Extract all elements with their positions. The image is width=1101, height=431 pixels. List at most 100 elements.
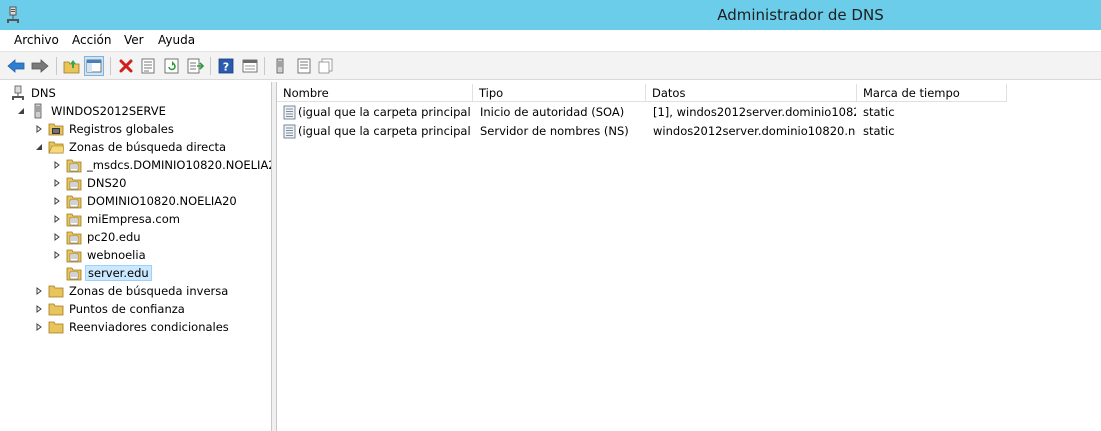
- tree-node-server[interactable]: WINDOS2012SERVE: [16, 102, 168, 120]
- expand-icon[interactable]: [34, 304, 44, 314]
- tree-label: Reenviadores condicionales: [69, 320, 229, 334]
- folder-icon: [48, 319, 64, 335]
- records-list[interactable]: Nombre Tipo Datos Marca de tiempo (igual…: [277, 82, 1101, 431]
- show-hide-tree-icon[interactable]: [84, 56, 104, 76]
- collapse-icon[interactable]: [16, 106, 26, 116]
- tree-label: server.edu: [85, 265, 152, 281]
- column-header-tipo[interactable]: Tipo: [473, 84, 646, 102]
- record-timestamp: static: [863, 124, 895, 138]
- zone-icon[interactable]: [294, 56, 314, 76]
- tree-node-zone[interactable]: webnoelia: [52, 246, 148, 264]
- record-timestamp: static: [863, 105, 895, 119]
- column-header-nombre[interactable]: Nombre: [277, 84, 473, 102]
- console-icon[interactable]: [240, 56, 260, 76]
- zone-icon: [66, 247, 82, 263]
- delete-icon[interactable]: [116, 56, 136, 76]
- tree-node-trust-points[interactable]: Puntos de confianza: [34, 300, 187, 318]
- up-folder-icon[interactable]: [62, 56, 82, 76]
- server-icon: [30, 103, 46, 119]
- expand-icon[interactable]: [52, 160, 62, 170]
- tree-label: WINDOS2012SERVE: [51, 104, 166, 118]
- toolbar-separator: [210, 57, 211, 75]
- zone-icon: [66, 193, 82, 209]
- window-title: Administrador de DNS: [717, 6, 884, 24]
- dns-icon: [10, 85, 26, 101]
- tree-label: Zonas de búsqueda directa: [69, 140, 227, 154]
- tree-label: DNS20: [87, 176, 127, 190]
- table-row[interactable]: (igual que la carpeta principal) Servido…: [277, 122, 1007, 141]
- tree-node-reverse-zones[interactable]: Zonas de búsqueda inversa: [34, 282, 230, 300]
- help-icon[interactable]: ?: [216, 56, 236, 76]
- zone-icon: [66, 175, 82, 191]
- toolbar-separator: [110, 57, 111, 75]
- menu-ver[interactable]: Ver: [124, 33, 144, 47]
- tree-node-forward-zones[interactable]: Zonas de búsqueda directa: [34, 138, 228, 156]
- title-bar: Administrador de DNS: [0, 0, 1101, 30]
- tree-label: DNS: [31, 86, 56, 100]
- tree-node-zone[interactable]: DNS20: [52, 174, 128, 192]
- tree-node-global-logs[interactable]: Registros globales: [34, 120, 176, 138]
- record-icon: [283, 105, 296, 121]
- tree-label: DOMINIO10820.NOELIA20: [87, 194, 237, 208]
- record-name-cell: (igual que la carpeta principal): [283, 103, 471, 122]
- zone-icon: [66, 157, 82, 173]
- forward-icon[interactable]: [30, 56, 50, 76]
- tree-node-zone[interactable]: pc20.edu: [52, 228, 143, 246]
- properties-icon[interactable]: [138, 56, 158, 76]
- tree-label: miEmpresa.com: [87, 212, 180, 226]
- menu-ayuda[interactable]: Ayuda: [158, 33, 195, 47]
- expand-icon[interactable]: [52, 214, 62, 224]
- expand-icon[interactable]: [52, 196, 62, 206]
- copy-zone-icon[interactable]: [316, 56, 336, 76]
- collapse-icon[interactable]: [34, 142, 44, 152]
- tree-node-conditional-forwarders[interactable]: Reenviadores condicionales: [34, 318, 231, 336]
- tree-node-dns[interactable]: DNS: [10, 84, 58, 102]
- record-data: windos2012server.dominio10820.no...: [653, 124, 856, 138]
- expand-icon[interactable]: [52, 178, 62, 188]
- toolbar-separator: [56, 57, 57, 75]
- record-data: [1], windos2012server.dominio1082...: [653, 105, 856, 119]
- tree-node-zone[interactable]: _msdcs.DOMINIO10820.NOELIA20: [52, 156, 272, 174]
- tree-label: Zonas de búsqueda inversa: [69, 284, 229, 298]
- tree-node-zone[interactable]: miEmpresa.com: [52, 210, 182, 228]
- menu-archivo[interactable]: Archivo: [14, 33, 59, 47]
- back-icon[interactable]: [6, 56, 26, 76]
- tree-label: webnoelia: [87, 248, 146, 262]
- menu-accion[interactable]: Acción: [72, 33, 111, 47]
- svg-text:?: ?: [223, 61, 229, 74]
- column-header-datos[interactable]: Datos: [646, 84, 857, 102]
- refresh-icon[interactable]: [162, 56, 182, 76]
- expand-icon[interactable]: [52, 232, 62, 242]
- toolbar: ?: [0, 52, 1101, 80]
- zone-icon: [66, 265, 82, 281]
- folder-icon: [48, 301, 64, 317]
- expand-icon[interactable]: [52, 250, 62, 260]
- tree-label: pc20.edu: [87, 230, 141, 244]
- toolbar-separator: [264, 57, 265, 75]
- expand-icon[interactable]: [34, 286, 44, 296]
- tree-label: Puntos de confianza: [69, 302, 185, 316]
- record-name: (igual que la carpeta principal): [298, 124, 471, 138]
- server-icon[interactable]: [270, 56, 290, 76]
- expand-icon[interactable]: [34, 322, 44, 332]
- expand-icon[interactable]: [34, 124, 44, 134]
- tree-node-zone[interactable]: DOMINIO10820.NOELIA20: [52, 192, 239, 210]
- list-header: Nombre Tipo Datos Marca de tiempo: [277, 84, 1007, 102]
- record-name-cell: (igual que la carpeta principal): [283, 122, 471, 141]
- global-logs-icon: [48, 121, 64, 137]
- record-type: Inicio de autoridad (SOA): [480, 105, 625, 119]
- zone-icon: [66, 229, 82, 245]
- export-list-icon[interactable]: [186, 56, 206, 76]
- tree-node-zone-selected[interactable]: server.edu: [66, 264, 152, 282]
- menu-bar: Archivo Acción Ver Ayuda: [0, 30, 1101, 52]
- tree-pane[interactable]: DNS WINDOS2012SERVE Registros globales Z…: [0, 82, 272, 431]
- folder-icon: [48, 283, 64, 299]
- tree-label: Registros globales: [69, 122, 174, 136]
- record-icon: [283, 124, 296, 140]
- folder-open-icon: [48, 139, 64, 155]
- zone-icon: [66, 211, 82, 227]
- column-header-marca-de-tiempo[interactable]: Marca de tiempo: [857, 84, 1007, 102]
- record-type: Servidor de nombres (NS): [480, 124, 629, 138]
- table-row[interactable]: (igual que la carpeta principal) Inicio …: [277, 103, 1007, 122]
- tree-label: _msdcs.DOMINIO10820.NOELIA20: [87, 158, 272, 172]
